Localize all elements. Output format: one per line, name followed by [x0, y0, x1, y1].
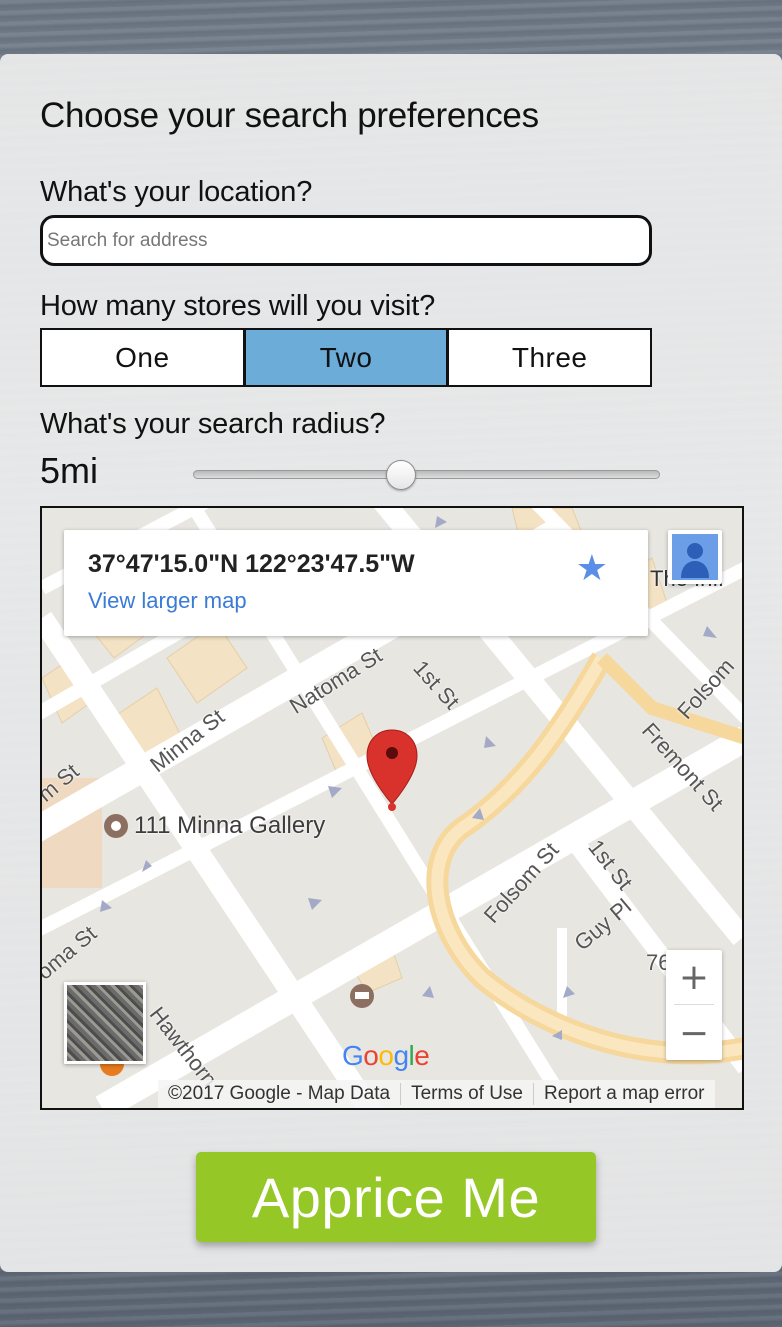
store-option-one[interactable]: One	[42, 330, 246, 385]
satellite-toggle[interactable]	[64, 982, 146, 1064]
zoom-out-button[interactable]: −	[666, 1006, 722, 1060]
save-star-icon[interactable]: ★	[576, 550, 608, 586]
map-embed[interactable]: Natoma St 1st St Minna St Fremont St Fol…	[40, 506, 744, 1110]
location-label: What's your location?	[40, 176, 313, 208]
view-larger-map-link[interactable]: View larger map	[88, 588, 247, 614]
map-info-card: 37°47'15.0"N 122°23'47.5"W View larger m…	[64, 530, 648, 636]
map-footer: ©2017 Google - Map Data Terms of Use Rep…	[158, 1080, 715, 1108]
street-view-pegman-icon[interactable]	[668, 530, 722, 584]
map-copyright: ©2017 Google - Map Data	[168, 1083, 391, 1104]
radius-value: 5mi	[40, 450, 99, 491]
store-count-selector: One Two Three	[40, 328, 652, 387]
zoom-control: + −	[666, 950, 722, 1060]
google-logo: Google	[342, 1040, 430, 1071]
address-search-input[interactable]	[40, 215, 652, 266]
store-option-two[interactable]: Two	[245, 330, 450, 385]
radius-label: What's your search radius?	[40, 408, 386, 440]
radius-slider-thumb[interactable]	[386, 460, 416, 490]
page-title: Choose your search preferences	[40, 96, 539, 135]
terms-of-use-link[interactable]: Terms of Use	[400, 1083, 533, 1105]
zoom-divider	[674, 1004, 714, 1005]
zoom-in-button[interactable]: +	[666, 950, 722, 1004]
store-option-three[interactable]: Three	[449, 330, 651, 385]
poi-gallery-label[interactable]: 111 Minna Gallery	[134, 812, 325, 840]
apprice-me-button[interactable]: Apprice Me	[196, 1152, 596, 1242]
report-map-error-link[interactable]: Report a map error	[533, 1083, 715, 1105]
coordinates-text: 37°47'15.0"N 122°23'47.5"W	[88, 550, 415, 578]
stores-label: How many stores will you visit?	[40, 290, 436, 322]
radius-slider-track[interactable]	[193, 470, 660, 479]
